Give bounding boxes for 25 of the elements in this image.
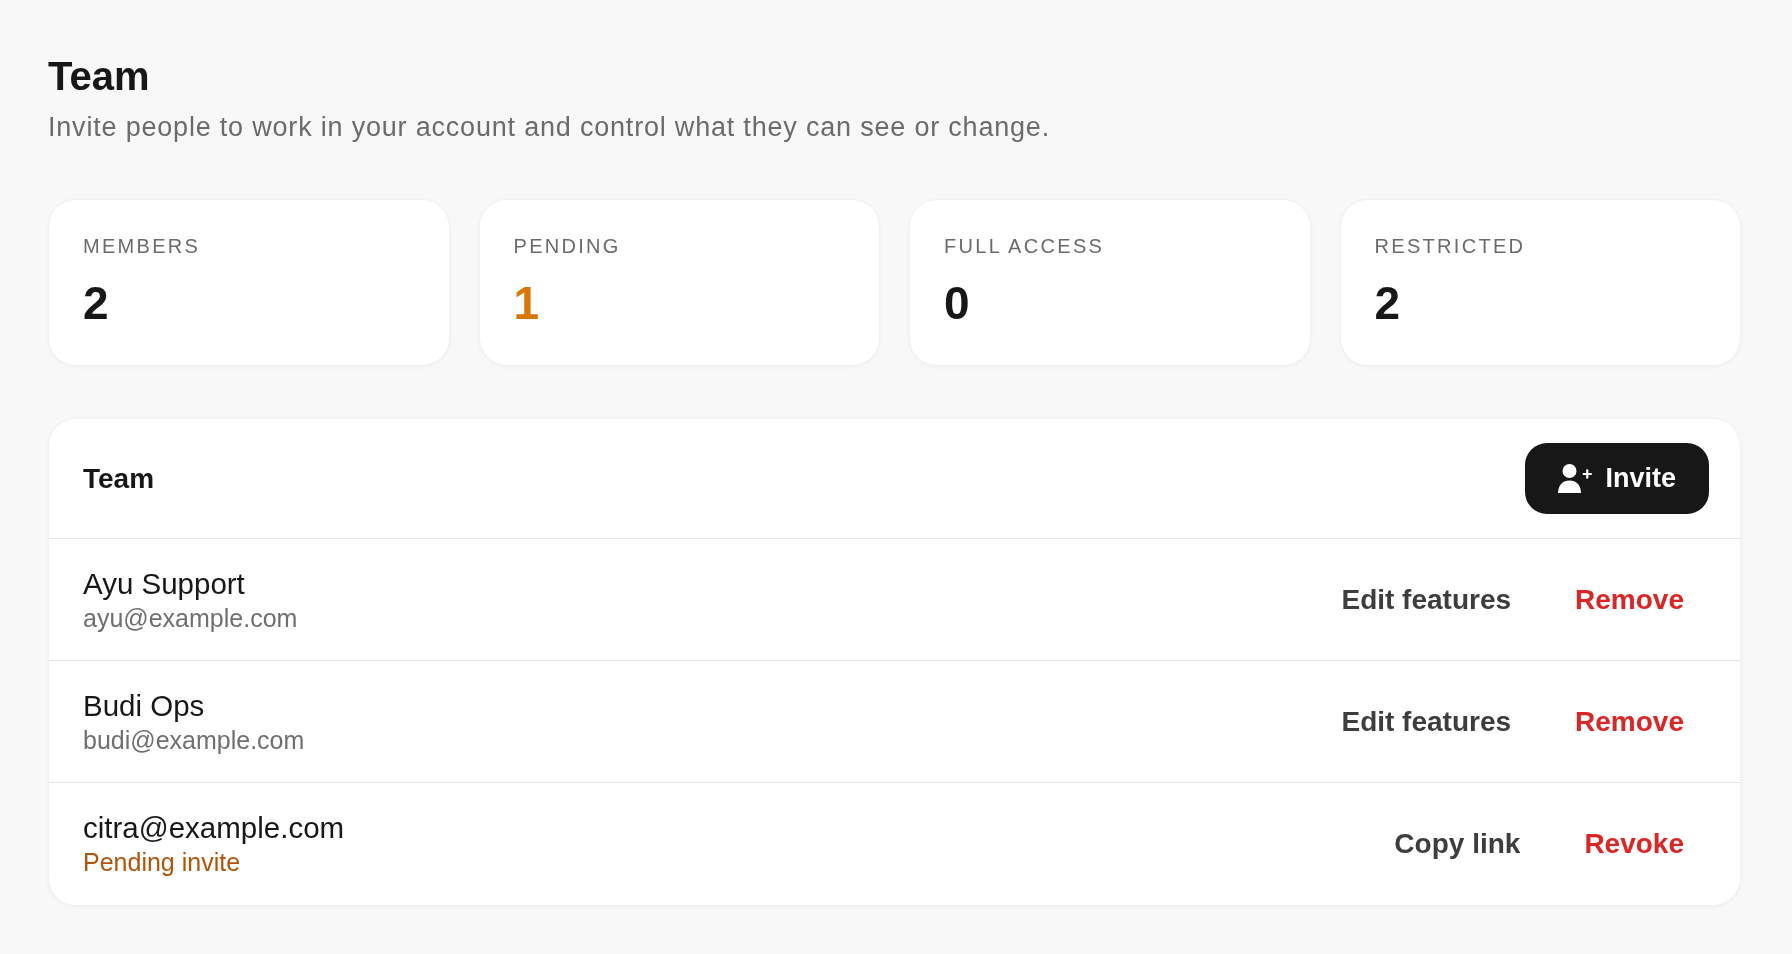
danger-action-link[interactable]: Remove	[1551, 697, 1708, 746]
invite-email: citra@example.com	[83, 811, 345, 845]
action-link[interactable]: Edit features	[1317, 575, 1536, 624]
member-email: budi@example.com	[83, 725, 305, 755]
invite-button[interactable]: Invite	[1525, 443, 1709, 514]
danger-action-link[interactable]: Revoke	[1560, 820, 1708, 868]
action-link[interactable]: Copy link	[1370, 820, 1545, 868]
stat-label: PENDING	[513, 234, 621, 258]
stat-value: 0	[944, 278, 970, 328]
stat-label: FULL ACCESS	[944, 234, 1105, 258]
stat-label: RESTRICTED	[1374, 234, 1526, 258]
stat-value: 2	[1374, 278, 1401, 328]
page-subtitle: Invite people to work in your account and control what they can see or change.	[48, 111, 1050, 144]
panel-title: Team	[83, 462, 155, 495]
invite-status: Pending invite	[83, 848, 241, 877]
danger-action-link[interactable]: Remove	[1551, 575, 1708, 624]
stat-value: 1	[513, 278, 540, 328]
member-email: ayu@example.com	[83, 603, 298, 633]
member-name: Budi Ops	[83, 688, 205, 723]
stat-label: MEMBERS	[83, 234, 201, 258]
user-plus-icon	[1558, 464, 1593, 493]
action-link[interactable]: Edit features	[1317, 697, 1536, 746]
stat-value: 2	[83, 278, 109, 328]
member-name: Ayu Support	[83, 566, 245, 601]
page-title: Team	[48, 53, 150, 100]
